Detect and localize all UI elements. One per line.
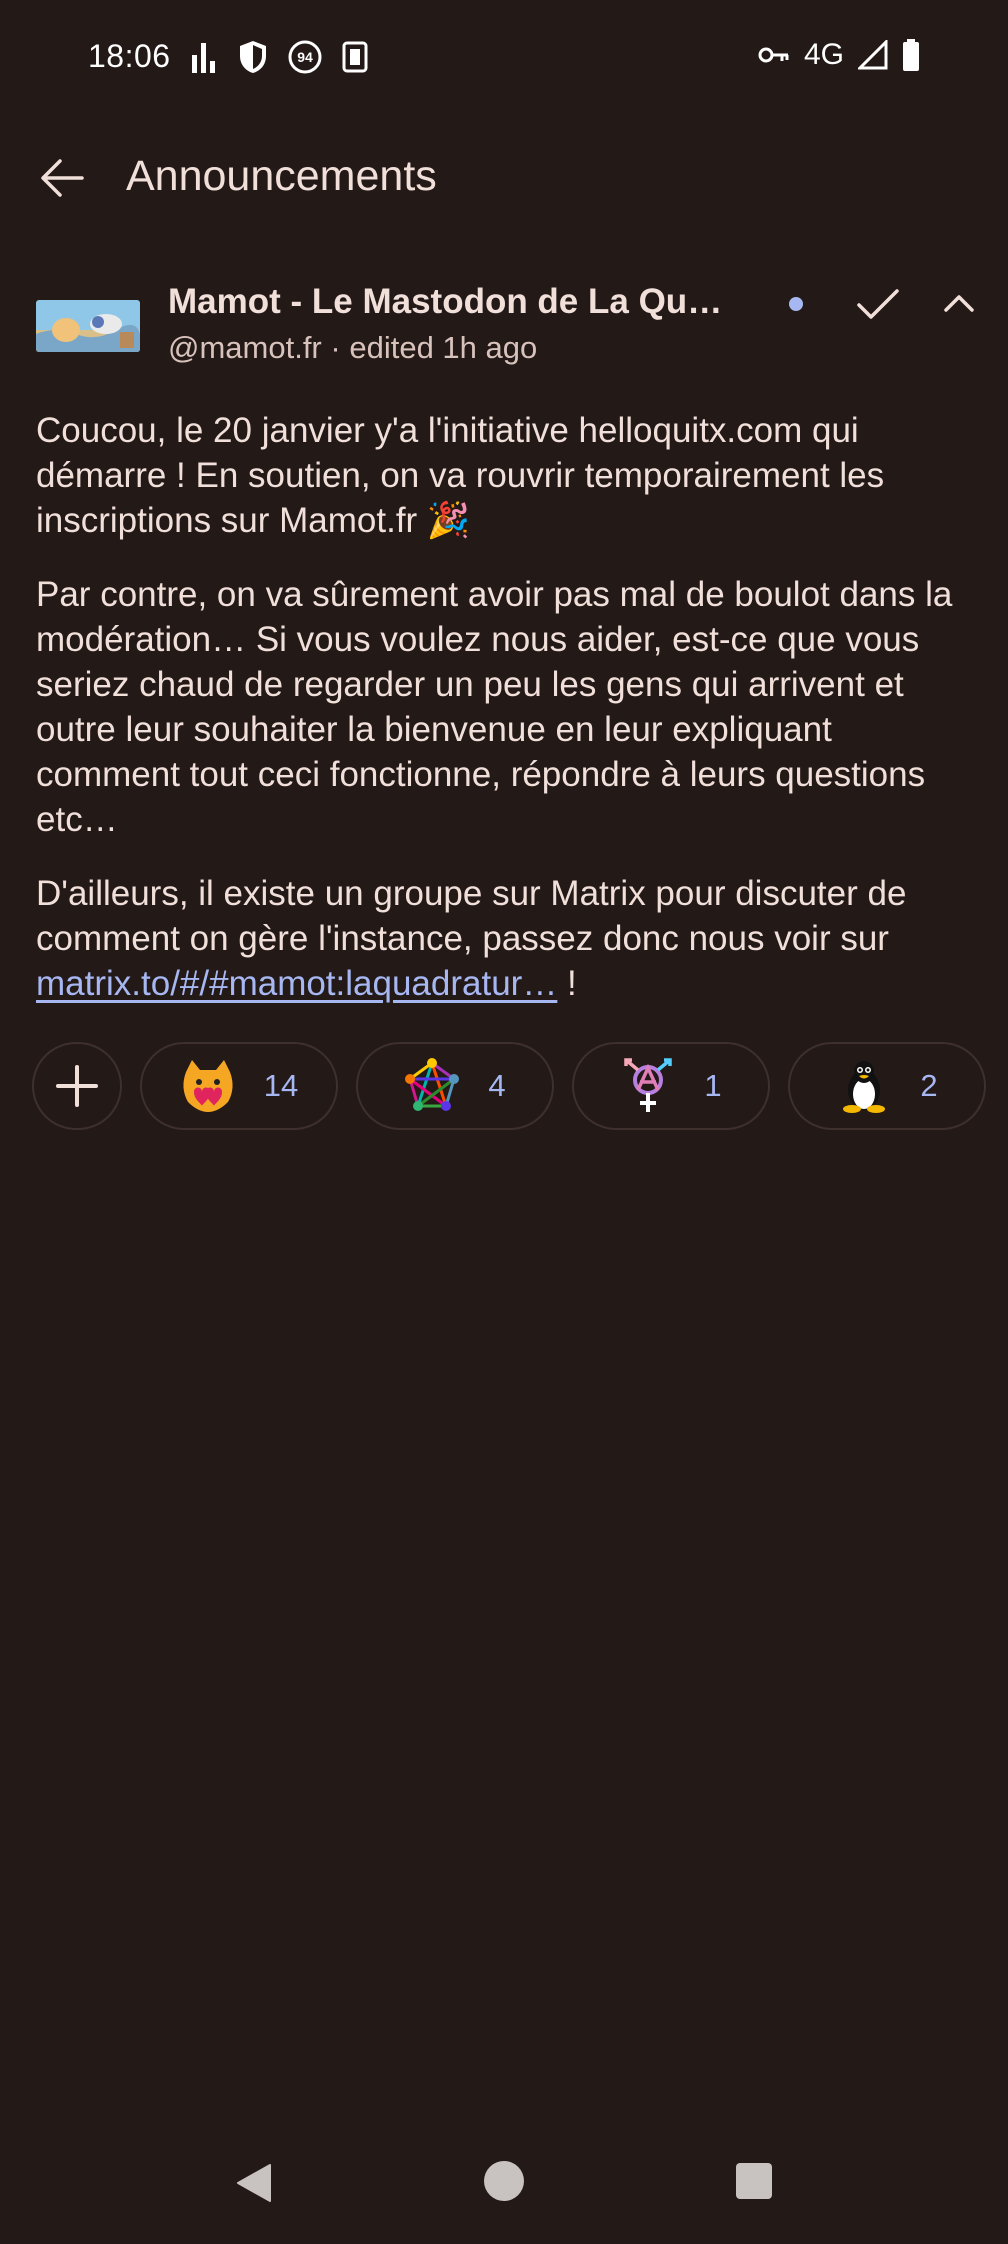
reaction-chip[interactable]: 14 [140,1042,338,1130]
badge-94-icon: 94 [288,40,322,74]
edited-time: edited 1h ago [349,330,538,365]
reaction-chip[interactable]: 4 [356,1042,554,1130]
reaction-count: 2 [920,1068,938,1103]
author-name: Mamot - Le Mastodon de La Quad… [168,282,738,321]
collapse-button[interactable] [936,280,982,326]
fediverse-pentagram-emoji [405,1058,460,1111]
add-reaction-button[interactable] [32,1042,122,1130]
reactions-row: 14 4 1 2 [32,1042,986,1130]
meta-separator: · [330,330,341,365]
status-time: 18:06 [88,38,171,74]
plus-icon [56,1065,98,1107]
author-meta: @mamot.fr · edited 1h ago [168,330,537,366]
signal-bars-icon [192,43,215,73]
sim-card-icon [342,41,368,73]
badge-number: 94 [297,49,313,65]
status-bar: 18:06 94 4G [0,0,1008,116]
unread-indicator [789,297,803,311]
status-right-icons: 4G [758,38,920,72]
battery-icon [903,39,919,71]
tux-penguin-emoji [843,1061,886,1113]
reaction-count: 14 [263,1068,299,1103]
shield-icon [240,41,266,73]
reaction-count: 1 [704,1068,722,1103]
vpn-key-icon [758,47,789,63]
mark-read-button[interactable] [850,280,906,330]
announcement-paragraph: D'ailleurs, il existe un groupe sur Matr… [36,871,976,1006]
announcement-paragraph: Coucou, le 20 janvier y'a l'initiative h… [36,411,885,540]
instance-avatar[interactable] [36,300,140,352]
app-bar: Announcements [0,116,1008,238]
reaction-chip[interactable]: 2 [788,1042,986,1130]
announcement-paragraph: Par contre, on va sûrement avoir pas mal… [36,575,953,839]
back-button[interactable] [32,148,92,208]
nav-recents-button[interactable] [736,2163,772,2199]
avatar-image [36,300,140,352]
author-handle: @mamot.fr [168,330,322,365]
announcement-body: Coucou, le 20 janvier y'a l'initiative h… [36,408,976,1035]
system-navigation-bar [0,2150,1008,2244]
network-type: 4G [803,38,844,71]
reaction-chip[interactable]: 1 [572,1042,770,1130]
paragraph-text: D'ailleurs, il existe un groupe sur Matr… [36,874,907,958]
status-left-icons: 94 [190,40,368,74]
check-icon [857,289,899,319]
trans-anarchy-symbol-emoji [624,1058,673,1112]
matrix-link[interactable]: matrix.to/#/#mamot:laquadratur… [36,964,557,1003]
chevron-up-icon [944,295,974,312]
arrow-back-icon [41,159,84,197]
nav-home-button[interactable] [484,2161,524,2201]
page-title: Announcements [126,152,437,200]
reaction-count: 4 [488,1068,506,1103]
blobcat-heart-emoji [183,1060,233,1112]
cell-signal-icon [858,40,888,70]
link-suffix: ! [557,964,577,1003]
nav-back-icon[interactable] [234,2162,274,2204]
